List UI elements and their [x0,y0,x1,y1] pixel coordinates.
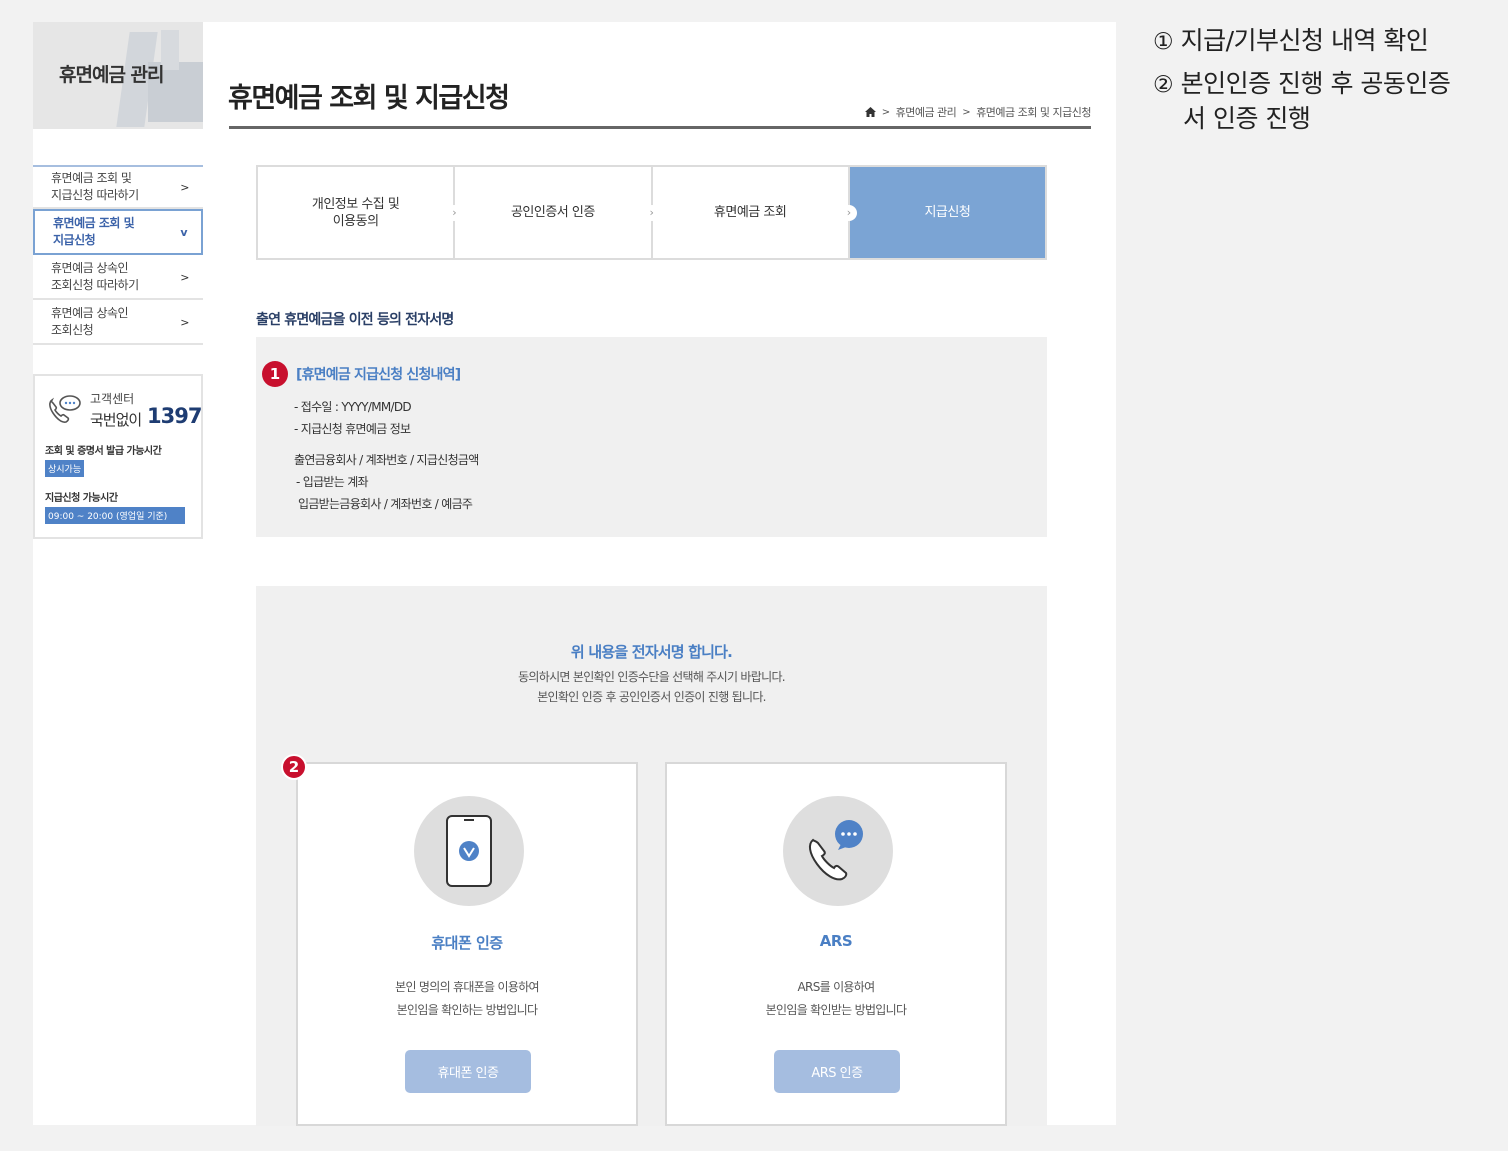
sidebar-title: 휴면예금 관리 [59,64,164,86]
detail-line: 입금받는금융회사 / 계좌번호 / 예금주 [298,497,473,511]
title-divider [229,126,1091,129]
payment-hours-badge: 09:00 ~ 20:00 (영업일 기준) [45,507,185,524]
section-title: 출연 휴면예금을 이전 등의 전자서명 [256,312,454,328]
chevron-down-icon: v [180,225,187,239]
home-icon[interactable] [864,107,876,117]
annotation-note: ② 본인인증 진행 후 공동인증 서 인증 진행 [1153,69,1451,133]
sidebar-item-label: 휴면예금 상속인 조회신청 따라하기 [51,261,139,292]
customer-center-number: 1397 [147,404,202,428]
page-title: 휴면예금 조회 및 지급신청 [228,83,510,114]
customer-center-number-label: 국번없이 [90,411,142,429]
chevron-right-icon: > [180,315,189,329]
detail-line: - 접수일 : YYYY/MM/DD [294,400,412,414]
sidebar-banner: 휴면예금 관리 [33,22,203,129]
signature-desc: 본인확인 인증 후 공인인증서 인증이 진행 됩니다. [537,690,766,704]
phone-auth-desc: 본인 명의의 휴대폰을 이용하여 [395,980,539,994]
ars-auth-button[interactable]: ARS 인증 [774,1050,900,1093]
sidebar-item-heir[interactable]: 휴면예금 상속인 조회신청 > [33,301,203,345]
ars-auth-card: ARS ARS를 이용하여 본인임을 확인받는 방법입니다 ARS 인증 [665,762,1007,1126]
customer-center-box: 고객센터 국번없이 1397 조회 및 증명서 발급 가능시간 상시가능 지급신… [33,374,203,539]
step-certificate: 공인인증서 인증 › [455,167,660,258]
ars-auth-desc: ARS를 이용하여 [797,980,876,994]
step-inquiry: 휴면예금 조회 › [653,167,857,258]
step-payment: 지급신청 [849,167,1045,258]
ars-icon-circle [783,796,893,906]
signature-desc: 동의하시면 본인확인 인증수단을 선택해 주시기 바랍니다. [518,670,786,684]
signature-panel: 위 내용을 전자서명 합니다. 동의하시면 본인확인 인증수단을 선택해 주시기… [256,586,1047,1126]
step-badge: 2 [281,754,307,780]
chevron-right-icon: › [840,204,857,221]
detail-line: - 입급받는 계좌 [296,475,369,489]
breadcrumb-item[interactable]: 휴면예금 조회 및 지급신청 [976,104,1091,120]
application-details-box: 1 [휴면예금 지급신청 신청내역] - 접수일 : YYYY/MM/DD - … [256,337,1047,537]
ars-auth-title: ARS [819,932,853,950]
sidebar-item-payment[interactable]: 휴면예금 조회 및 지급신청 v [33,209,203,255]
smartphone-icon [446,815,492,887]
phone-icon-circle [414,796,524,906]
step-badge: 1 [262,361,288,387]
hours-badge: 상시가능 [45,460,85,477]
breadcrumb-separator: > [962,106,971,118]
hours-title: 조회 및 증명서 발급 가능시간 [45,446,162,457]
chevron-right-icon: > [180,270,189,284]
chevron-right-icon: › [643,204,660,221]
step-indicator: 개인정보 수집 및 이용동의 › 공인인증서 인증 › 휴면예금 조회 › 지급신… [256,165,1047,260]
annotation-note: ① 지급/기부신청 내역 확인 [1153,26,1429,55]
payment-hours-title: 지급신청 가능시간 [45,493,118,504]
breadcrumb-item[interactable]: 휴면예금 관리 [896,104,957,120]
breadcrumb-separator: > [881,106,890,118]
phone-auth-title: 휴대폰 인증 [431,934,503,952]
signature-title: 위 내용을 전자서명 합니다. [570,643,733,661]
sidebar-item-guide-payment[interactable]: 휴면예금 조회 및 지급신청 따라하기 > [33,165,203,209]
phone-auth-button[interactable]: 휴대폰 인증 [405,1050,531,1093]
sidebar-item-label: 휴면예금 조회 및 지급신청 따라하기 [51,171,139,202]
customer-center-label: 고객센터 [90,392,135,406]
breadcrumb: > 휴면예금 관리 > 휴면예금 조회 및 지급신청 [864,104,1091,120]
phone-auth-desc: 본인임을 확인하는 방법입니다 [396,1003,538,1017]
sidebar-item-guide-heir[interactable]: 휴면예금 상속인 조회신청 따라하기 > [33,256,203,300]
ars-auth-desc: 본인임을 확인받는 방법입니다 [765,1003,907,1017]
phone-auth-card: 휴대폰 인증 본인 명의의 휴대폰을 이용하여 본인임을 확인하는 방법입니다 … [296,762,638,1126]
phone-call-icon [808,820,863,881]
detail-line: 출연금융회사 / 계좌번호 / 지급신청금액 [294,453,479,467]
chevron-right-icon: › [446,204,463,221]
sidebar-item-label: 휴면예금 상속인 조회신청 [51,306,129,337]
details-heading: [휴면예금 지급신청 신청내역] [296,367,461,383]
sidebar-item-label: 휴면예금 조회 및 지급신청 [53,216,135,247]
phone-chat-icon [49,395,81,423]
chevron-right-icon: > [180,180,189,194]
detail-line: - 지급신청 휴면예금 정보 [294,422,411,436]
step-consent: 개인정보 수집 및 이용동의 › [258,167,463,258]
